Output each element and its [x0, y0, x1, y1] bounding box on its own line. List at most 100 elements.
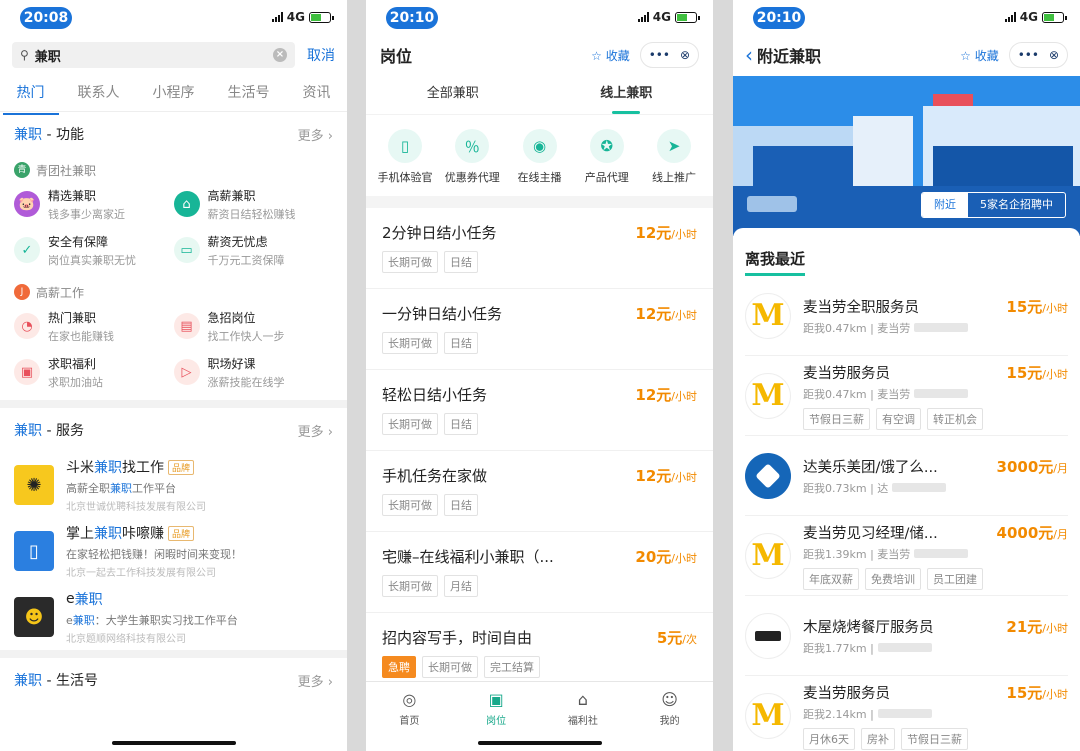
house-icon: ⌂ — [173, 191, 200, 217]
nav-bar: 岗位 ☆ 收藏 ••• ⊗ — [366, 34, 713, 76]
wallet-icon: ▭ — [173, 237, 200, 263]
companies-count[interactable]: 5家名企招聘中 — [968, 193, 1065, 217]
blurred-text — [914, 323, 969, 332]
function-item[interactable]: ▣ 求职福利 求职加油站 — [14, 354, 174, 390]
miniapp-capsule: ••• ⊗ — [639, 42, 699, 68]
nearby-job-card[interactable]: 达美乐美团/饿了么... 3000元/月 距我0.73km | 达 — [745, 436, 1068, 516]
service-item[interactable]: ✺ 斗米 兼职 找工作 品牌 高薪全职兼职工作平台 北京世诚优聘科技发展有限公司 — [0, 452, 347, 518]
network-label: 4G — [286, 10, 305, 24]
category-label: 优惠券代理 — [444, 171, 500, 184]
tab-2[interactable]: 小程序 — [153, 78, 195, 110]
favorite-button[interactable]: ☆ 收藏 — [591, 47, 630, 64]
more-link[interactable]: 更多 › — [298, 421, 333, 440]
gift-icon: ▣ — [14, 359, 40, 385]
tabbar-label: 福利社 — [567, 716, 598, 727]
function-section-header: 兼职 - 功能 更多 › — [0, 112, 347, 156]
doumi-logo-icon: ✺ — [14, 465, 54, 505]
service-company: 北京一起去工作科技发展有限公司 — [66, 568, 216, 579]
nearby-job-card[interactable]: M 麦当劳服务员 15元/小时 距我0.47km | 麦当劳 节假日三薪 有空调 转正机会 — [745, 356, 1068, 436]
service-item[interactable]: ▯ 掌上 兼职 咔嚓赚 品牌 在家轻松把钱赚！闲暇时间来变现！ 北京一起去工作科技发展有限公… — [0, 518, 347, 584]
category-item[interactable]: ▯ 手机体验官 — [372, 129, 438, 184]
function-item[interactable]: ◔ 热门兼职 在家也能赚钱 — [14, 308, 174, 344]
job-title: 2分钟日结小任务 — [382, 224, 497, 242]
job-card[interactable]: 轻松日结小任务 12元/小时 长期可做 日结 — [366, 370, 713, 451]
job-tag: 长期可做 — [382, 575, 438, 597]
function-item[interactable]: ▷ 职场好课 涨薪技能在线学 — [173, 354, 334, 390]
coupon-icon: ％ — [455, 129, 490, 163]
nearby-job-card[interactable]: M 麦当劳见习经理/储... 4000元/月 距我1.39km | 麦当劳 年底双薪 免费… — [745, 516, 1068, 596]
shield-icon: ✓ — [14, 237, 40, 263]
mcd-logo-icon: M — [745, 292, 791, 339]
function-item[interactable]: ▭ 薪资无忧虑 千万元工资保障 — [173, 232, 334, 268]
function-desc: 千万元工资保障 — [207, 253, 285, 267]
dominos-logo-icon — [745, 452, 791, 499]
tab-0[interactable]: 热门 — [2, 78, 59, 115]
clock-icon: ◔ — [14, 313, 40, 339]
service-desc: 在家轻松把钱赚！闲暇时间来变现！ — [66, 548, 242, 561]
play-icon: ▷ — [173, 359, 200, 385]
nearby-toggle[interactable]: 附近 — [922, 193, 968, 217]
tab-1[interactable]: 联系人 — [78, 78, 120, 110]
category-item[interactable]: ✪ 产品代理 — [574, 129, 640, 184]
close-miniapp-icon[interactable]: ⊗ — [680, 48, 690, 62]
nearby-job-card[interactable]: M 麦当劳全职服务员 15元/小时 距我0.47km | 麦当劳 — [745, 276, 1068, 356]
function-item[interactable]: 🐷 精选兼职 钱多事少离家近 — [14, 186, 174, 222]
function-desc: 薪资日结轻松赚钱 — [207, 207, 296, 221]
job-list: 2分钟日结小任务 12元/小时 长期可做 日结 一分钟日结小任务 12元/小时 长期可做 日结… — [366, 208, 713, 694]
cancel-button[interactable]: 取消 — [307, 45, 335, 65]
more-link[interactable]: 更多 › — [298, 671, 333, 690]
category-item[interactable]: ◉ 在线主播 — [507, 129, 573, 184]
tabbar-smile[interactable]: ☺ 我的 — [626, 682, 713, 751]
more-link[interactable]: 更多 › — [298, 125, 333, 144]
tab-4[interactable]: 资讯 — [303, 78, 331, 110]
provider-header: 青青团社兼职 — [0, 156, 347, 184]
category-label: 手机体验官 — [377, 171, 433, 184]
job-price: 12元/小时 — [635, 467, 697, 485]
job-tag: 员工团建 — [927, 567, 983, 590]
provider-logo-icon: J — [14, 284, 30, 300]
job-card[interactable]: 宅赚–在线福利小兼职（... 20元/小时 长期可做 月结 — [366, 532, 713, 613]
function-item[interactable]: ▤ 急招岗位 找工作快人一步 — [173, 308, 334, 344]
job-distance: 距我0.47km | 麦当劳 — [803, 320, 1068, 336]
function-desc: 求职加油站 — [48, 375, 103, 389]
tabbar-compass[interactable]: ◎ 首页 — [366, 682, 453, 751]
service-item[interactable]: ☻ e 兼职 e兼职：大学生兼职实习找工作平台 北京题顺网络科技有限公司 — [0, 584, 347, 650]
job-tag: 月结 — [444, 575, 478, 597]
category-label: 在线主播 — [517, 171, 562, 184]
tabbar-label: 首页 — [399, 716, 420, 727]
phone-logo-icon: ▯ — [14, 531, 54, 571]
function-item[interactable]: ✓ 安全有保障 岗位真实兼职无忧 — [14, 232, 174, 268]
function-item[interactable]: ⌂ 高薪兼职 薪资日结轻松赚钱 — [173, 186, 334, 222]
job-card[interactable]: 手机任务在家做 12元/小时 长期可做 日结 — [366, 451, 713, 532]
function-grid: 🐷 精选兼职 钱多事少离家近 ⌂ 高薪兼职 薪资日结轻松赚钱 ✓ 安全有保障 岗位真实兼职无忧 ▭… — [0, 184, 347, 270]
category-item[interactable]: ％ 优惠券代理 — [439, 129, 505, 184]
category-label: 产品代理 — [584, 171, 629, 184]
back-icon[interactable]: ‹ — [745, 43, 753, 67]
category-item[interactable]: ➤ 线上推广 — [641, 129, 707, 184]
signal-icon — [271, 12, 283, 22]
service-company: 北京世诚优聘科技发展有限公司 — [66, 502, 206, 513]
home-indicator — [111, 741, 236, 745]
job-tag: 转正机会 — [927, 407, 983, 430]
search-input[interactable]: ⚲ 兼职 × — [12, 42, 295, 68]
tab-0[interactable]: 全部兼职 — [366, 76, 540, 114]
mcd-logo-icon: M — [745, 532, 791, 579]
close-miniapp-icon[interactable]: ⊗ — [1049, 48, 1059, 62]
job-card[interactable]: 一分钟日结小任务 12元/小时 长期可做 日结 — [366, 289, 713, 370]
battery-icon — [675, 11, 700, 23]
job-tag: 日结 — [444, 413, 478, 435]
more-dots-icon[interactable]: ••• — [649, 48, 670, 62]
tab-1[interactable]: 线上兼职 — [540, 76, 714, 114]
nearby-job-card[interactable]: 木屋烧烤餐厅服务员 21元/小时 距我1.77km | — [745, 596, 1068, 676]
brand-badge: 品牌 — [168, 459, 195, 475]
nearby-job-card[interactable]: M 麦当劳服务员 15元/小时 距我2.14km | 月休6天 房补 节假日三薪 — [745, 676, 1068, 751]
more-dots-icon[interactable]: ••• — [1018, 48, 1039, 62]
function-grid: ◔ 热门兼职 在家也能赚钱 ▤ 急招岗位 找工作快人一步 ▣ 求职福利 求职加油站 ▷ 职场好课 涨薪… — [0, 306, 347, 392]
job-card[interactable]: 2分钟日结小任务 12元/小时 长期可做 日结 — [366, 208, 713, 289]
section-title: 兼职 - 功能 — [14, 127, 84, 143]
favorite-button[interactable]: ☆ 收藏 — [960, 47, 999, 64]
provider-logo-icon: 青 — [14, 162, 30, 178]
clear-icon[interactable]: × — [273, 48, 287, 62]
tab-3[interactable]: 生活号 — [228, 78, 270, 110]
nav-bar: ‹ 附近兼职 ☆ 收藏 ••• ⊗ — [733, 34, 1080, 76]
